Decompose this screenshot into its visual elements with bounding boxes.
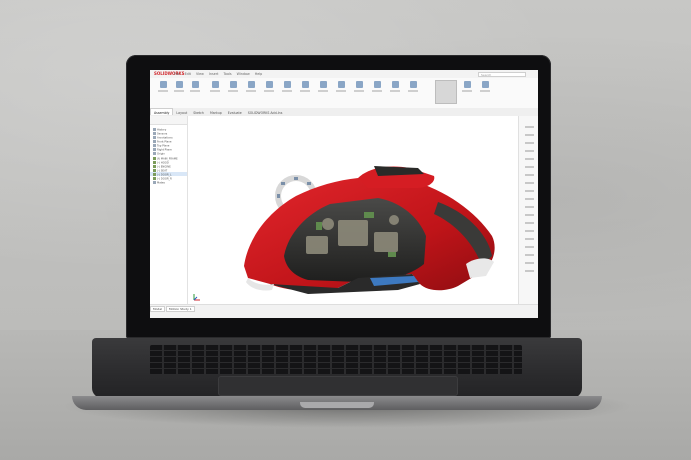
tab-model[interactable]: Model	[150, 306, 166, 312]
menu-bar: File Edit View Insert Tools Window Help	[174, 72, 266, 76]
tree-item[interactable]: Annotations	[153, 136, 173, 139]
task-pane-item[interactable]	[525, 150, 534, 152]
ribbon-button[interactable]	[300, 81, 310, 97]
ribbon-button[interactable]	[174, 81, 184, 97]
ribbon-button[interactable]	[480, 81, 490, 97]
task-pane-item[interactable]	[525, 214, 534, 216]
menu-item-file[interactable]: File	[174, 72, 180, 76]
ribbon-button[interactable]	[228, 81, 238, 97]
task-pane-item[interactable]	[525, 246, 534, 248]
tree-item[interactable]: Front Plane	[153, 140, 172, 143]
laptop-notch	[300, 402, 374, 408]
menu-item-insert[interactable]: Insert	[209, 72, 218, 76]
task-pane-item[interactable]	[525, 158, 534, 160]
ribbon-button[interactable]	[282, 81, 292, 97]
triad-icon	[193, 294, 200, 301]
ribbon-button[interactable]	[408, 81, 418, 97]
task-pane-item[interactable]	[525, 206, 534, 208]
task-pane-item[interactable]	[525, 222, 534, 224]
tab-addins[interactable]: SOLIDWORKS Add-Ins	[245, 109, 286, 115]
laptop-screen: SOLIDWORKS File Edit View Insert Tools W…	[150, 70, 538, 318]
search-input[interactable]: Search	[478, 71, 526, 77]
laptop-trackpad	[218, 376, 458, 396]
model-tabs: Model Motion Study 1	[150, 306, 196, 312]
ribbon-button[interactable]	[354, 81, 364, 97]
status-bar: Model Motion Study 1	[150, 304, 538, 318]
task-pane-item[interactable]	[525, 230, 534, 232]
tree-item[interactable]: (-) ENGINE	[153, 165, 171, 168]
tree-item[interactable]: (-) DOOR_R	[153, 177, 172, 180]
graphics-viewport[interactable]	[188, 116, 518, 304]
task-pane-item[interactable]	[525, 174, 534, 176]
menu-item-window[interactable]: Window	[237, 72, 250, 76]
tree-item[interactable]: Right Plane	[153, 148, 172, 151]
tab-sketch[interactable]: Sketch	[190, 109, 207, 115]
tree-item[interactable]: Sensors	[153, 132, 167, 135]
tab-markup[interactable]: Markup	[207, 109, 225, 115]
task-pane-item[interactable]	[525, 238, 534, 240]
task-pane	[518, 116, 538, 304]
menu-item-tools[interactable]: Tools	[223, 72, 231, 76]
3d-vehicle-model[interactable]	[188, 116, 518, 304]
ribbon-button[interactable]	[372, 81, 382, 97]
tree-item[interactable]: Top Plane	[153, 144, 169, 147]
menu-item-help[interactable]: Help	[255, 72, 263, 76]
tree-item[interactable]: Origin	[153, 152, 165, 155]
task-pane-item[interactable]	[525, 270, 534, 272]
tree-item[interactable]: History	[153, 128, 166, 131]
task-pane-item[interactable]	[525, 142, 534, 144]
tree-item[interactable]: (f) MAIN_FRAME	[153, 157, 178, 160]
ribbon-button[interactable]	[390, 81, 400, 97]
task-pane-item[interactable]	[525, 182, 534, 184]
tab-assembly[interactable]: Assembly	[150, 108, 174, 115]
ribbon-button[interactable]	[246, 81, 256, 97]
menu-item-edit[interactable]: Edit	[185, 72, 191, 76]
tree-toolbar	[150, 116, 187, 125]
feature-tree: History Sensors Annotations Front Plane …	[150, 116, 188, 304]
task-pane-item[interactable]	[525, 126, 534, 128]
tree-item[interactable]: (-) SEAT	[153, 169, 167, 172]
ribbon-button[interactable]	[158, 81, 168, 97]
ribbon-button[interactable]	[462, 81, 472, 97]
task-pane-item[interactable]	[525, 134, 534, 136]
tab-layout[interactable]: Layout	[173, 109, 190, 115]
ribbon-button[interactable]	[264, 81, 274, 97]
tree-item[interactable]: Mates	[153, 181, 165, 184]
task-pane-item[interactable]	[525, 198, 534, 200]
tree-item[interactable]: (-) DOOR_L	[153, 173, 171, 176]
tab-evaluate[interactable]: Evaluate	[225, 109, 245, 115]
ribbon-active-button[interactable]	[435, 80, 457, 104]
menu-item-view[interactable]: View	[196, 72, 204, 76]
task-pane-item[interactable]	[525, 166, 534, 168]
task-pane-item[interactable]	[525, 190, 534, 192]
tree-item[interactable]: (-) HOOD	[153, 161, 169, 164]
ribbon-button[interactable]	[336, 81, 346, 97]
ribbon-button[interactable]	[210, 81, 220, 97]
ribbon-button[interactable]	[190, 81, 200, 97]
laptop-keyboard	[150, 345, 522, 375]
ribbon-button[interactable]	[318, 81, 328, 97]
task-pane-item[interactable]	[525, 254, 534, 256]
tab-motion-study[interactable]: Motion Study 1	[166, 306, 195, 312]
task-pane-item[interactable]	[525, 262, 534, 264]
command-ribbon	[150, 78, 538, 109]
